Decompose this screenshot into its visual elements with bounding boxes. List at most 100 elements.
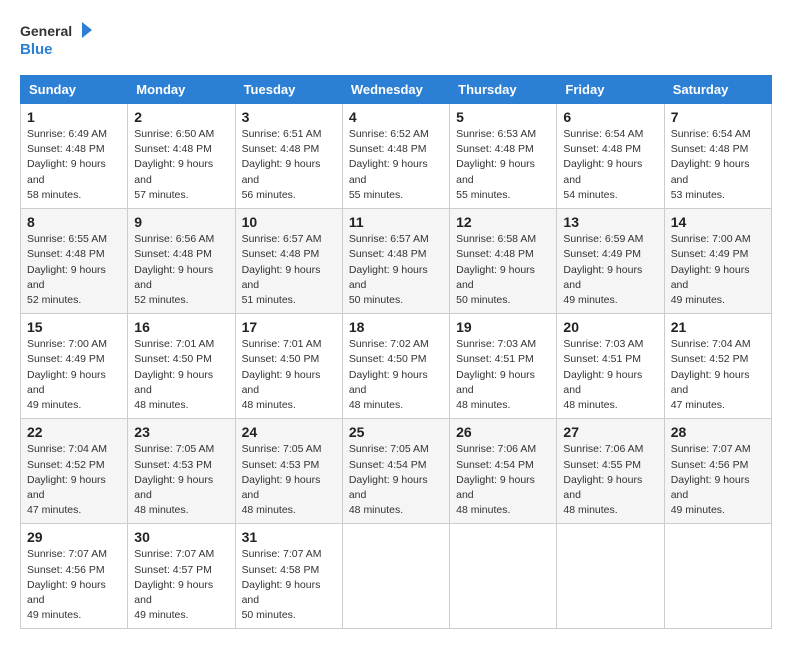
- day-info: Sunrise: 6:58 AMSunset: 4:48 PMDaylight:…: [456, 232, 550, 308]
- day-number: 27: [563, 424, 657, 440]
- day-number: 22: [27, 424, 121, 440]
- calendar-cell: 9 Sunrise: 6:56 AMSunset: 4:48 PMDaylight…: [128, 209, 235, 314]
- day-info: Sunrise: 6:56 AMSunset: 4:48 PMDaylight:…: [134, 232, 228, 308]
- weekday-header-saturday: Saturday: [664, 76, 771, 104]
- logo: General Blue: [20, 20, 100, 65]
- calendar-cell: 21 Sunrise: 7:04 AMSunset: 4:52 PMDayligh…: [664, 314, 771, 419]
- day-info: Sunrise: 7:03 AMSunset: 4:51 PMDaylight:…: [456, 337, 550, 413]
- day-number: 30: [134, 529, 228, 545]
- day-info: Sunrise: 7:06 AMSunset: 4:54 PMDaylight:…: [456, 442, 550, 518]
- calendar-cell: 19 Sunrise: 7:03 AMSunset: 4:51 PMDayligh…: [450, 314, 557, 419]
- day-info: Sunrise: 6:57 AMSunset: 4:48 PMDaylight:…: [242, 232, 336, 308]
- day-info: Sunrise: 6:51 AMSunset: 4:48 PMDaylight:…: [242, 127, 336, 203]
- day-number: 19: [456, 319, 550, 335]
- day-info: Sunrise: 6:54 AMSunset: 4:48 PMDaylight:…: [671, 127, 765, 203]
- calendar-cell: 10 Sunrise: 6:57 AMSunset: 4:48 PMDayligh…: [235, 209, 342, 314]
- day-number: 28: [671, 424, 765, 440]
- calendar-cell: 25 Sunrise: 7:05 AMSunset: 4:54 PMDayligh…: [342, 419, 449, 524]
- day-number: 15: [27, 319, 121, 335]
- calendar-cell: 26Sunrise: 7:06 AMSunset: 4:54 PMDayligh…: [450, 419, 557, 524]
- day-number: 11: [349, 214, 443, 230]
- calendar-table: SundayMondayTuesdayWednesdayThursdayFrid…: [20, 75, 772, 629]
- page-header: General Blue: [20, 20, 772, 65]
- day-info: Sunrise: 6:54 AMSunset: 4:48 PMDaylight:…: [563, 127, 657, 203]
- day-info: Sunrise: 6:52 AMSunset: 4:48 PMDaylight:…: [349, 127, 443, 203]
- day-number: 18: [349, 319, 443, 335]
- day-number: 9: [134, 214, 228, 230]
- day-number: 25: [349, 424, 443, 440]
- day-number: 31: [242, 529, 336, 545]
- day-number: 5: [456, 109, 550, 125]
- day-number: 20: [563, 319, 657, 335]
- day-number: 24: [242, 424, 336, 440]
- calendar-cell: 6 Sunrise: 6:54 AMSunset: 4:48 PMDaylight…: [557, 104, 664, 209]
- day-info: Sunrise: 7:05 AMSunset: 4:54 PMDaylight:…: [349, 442, 443, 518]
- svg-text:Blue: Blue: [20, 41, 53, 58]
- day-number: 12: [456, 214, 550, 230]
- calendar-cell: 24 Sunrise: 7:05 AMSunset: 4:53 PMDayligh…: [235, 419, 342, 524]
- day-number: 23: [134, 424, 228, 440]
- day-number: 17: [242, 319, 336, 335]
- day-info: Sunrise: 6:57 AMSunset: 4:48 PMDaylight:…: [349, 232, 443, 308]
- day-number: 14: [671, 214, 765, 230]
- day-number: 13: [563, 214, 657, 230]
- weekday-header-sunday: Sunday: [21, 76, 128, 104]
- day-info: Sunrise: 7:04 AMSunset: 4:52 PMDaylight:…: [27, 442, 121, 518]
- day-number: 29: [27, 529, 121, 545]
- day-info: Sunrise: 7:06 AMSunset: 4:55 PMDaylight:…: [563, 442, 657, 518]
- calendar-cell: 3Sunrise: 6:51 AMSunset: 4:48 PMDaylight…: [235, 104, 342, 209]
- calendar-cell: 23 Sunrise: 7:05 AMSunset: 4:53 PMDayligh…: [128, 419, 235, 524]
- day-info: Sunrise: 7:07 AMSunset: 4:56 PMDaylight:…: [27, 547, 121, 623]
- day-info: Sunrise: 6:59 AMSunset: 4:49 PMDaylight:…: [563, 232, 657, 308]
- day-info: Sunrise: 7:01 AMSunset: 4:50 PMDaylight:…: [134, 337, 228, 413]
- day-number: 2: [134, 109, 228, 125]
- calendar-cell: 16Sunrise: 7:01 AMSunset: 4:50 PMDayligh…: [128, 314, 235, 419]
- day-number: 7: [671, 109, 765, 125]
- day-info: Sunrise: 6:55 AMSunset: 4:48 PMDaylight:…: [27, 232, 121, 308]
- day-info: Sunrise: 7:00 AMSunset: 4:49 PMDaylight:…: [27, 337, 121, 413]
- calendar-cell: [342, 524, 449, 629]
- calendar-cell: 4 Sunrise: 6:52 AMSunset: 4:48 PMDaylight…: [342, 104, 449, 209]
- calendar-cell: 5Sunrise: 6:53 AMSunset: 4:48 PMDaylight…: [450, 104, 557, 209]
- day-number: 4: [349, 109, 443, 125]
- day-info: Sunrise: 7:05 AMSunset: 4:53 PMDaylight:…: [242, 442, 336, 518]
- day-info: Sunrise: 7:07 AMSunset: 4:57 PMDaylight:…: [134, 547, 228, 623]
- day-info: Sunrise: 7:03 AMSunset: 4:51 PMDaylight:…: [563, 337, 657, 413]
- calendar-cell: 8 Sunrise: 6:55 AMSunset: 4:48 PMDaylight…: [21, 209, 128, 314]
- calendar-cell: 28 Sunrise: 7:07 AMSunset: 4:56 PMDayligh…: [664, 419, 771, 524]
- weekday-header-tuesday: Tuesday: [235, 76, 342, 104]
- calendar-cell: 11 Sunrise: 6:57 AMSunset: 4:48 PMDayligh…: [342, 209, 449, 314]
- calendar-cell: 2 Sunrise: 6:50 AMSunset: 4:48 PMDaylight…: [128, 104, 235, 209]
- calendar-cell: 22 Sunrise: 7:04 AMSunset: 4:52 PMDayligh…: [21, 419, 128, 524]
- day-info: Sunrise: 7:05 AMSunset: 4:53 PMDaylight:…: [134, 442, 228, 518]
- weekday-header-friday: Friday: [557, 76, 664, 104]
- calendar-cell: 14Sunrise: 7:00 AMSunset: 4:49 PMDayligh…: [664, 209, 771, 314]
- calendar-cell: 18Sunrise: 7:02 AMSunset: 4:50 PMDayligh…: [342, 314, 449, 419]
- weekday-header-wednesday: Wednesday: [342, 76, 449, 104]
- day-number: 8: [27, 214, 121, 230]
- calendar-cell: 7 Sunrise: 6:54 AMSunset: 4:48 PMDaylight…: [664, 104, 771, 209]
- day-number: 10: [242, 214, 336, 230]
- calendar-cell: [450, 524, 557, 629]
- day-number: 1: [27, 109, 121, 125]
- logo-svg: General Blue: [20, 20, 100, 65]
- calendar-cell: 29 Sunrise: 7:07 AMSunset: 4:56 PMDayligh…: [21, 524, 128, 629]
- calendar-cell: 13 Sunrise: 6:59 AMSunset: 4:49 PMDayligh…: [557, 209, 664, 314]
- calendar-cell: 17 Sunrise: 7:01 AMSunset: 4:50 PMDayligh…: [235, 314, 342, 419]
- day-number: 6: [563, 109, 657, 125]
- calendar-cell: [557, 524, 664, 629]
- calendar-cell: 12 Sunrise: 6:58 AMSunset: 4:48 PMDayligh…: [450, 209, 557, 314]
- day-info: Sunrise: 7:07 AMSunset: 4:58 PMDaylight:…: [242, 547, 336, 623]
- day-number: 21: [671, 319, 765, 335]
- calendar-cell: 30 Sunrise: 7:07 AMSunset: 4:57 PMDayligh…: [128, 524, 235, 629]
- day-info: Sunrise: 7:01 AMSunset: 4:50 PMDaylight:…: [242, 337, 336, 413]
- day-info: Sunrise: 6:50 AMSunset: 4:48 PMDaylight:…: [134, 127, 228, 203]
- weekday-header-monday: Monday: [128, 76, 235, 104]
- weekday-header-thursday: Thursday: [450, 76, 557, 104]
- calendar-cell: 20 Sunrise: 7:03 AMSunset: 4:51 PMDayligh…: [557, 314, 664, 419]
- day-info: Sunrise: 6:49 AMSunset: 4:48 PMDaylight:…: [27, 127, 121, 203]
- calendar-cell: 31 Sunrise: 7:07 AMSunset: 4:58 PMDayligh…: [235, 524, 342, 629]
- calendar-cell: 27 Sunrise: 7:06 AMSunset: 4:55 PMDayligh…: [557, 419, 664, 524]
- day-info: Sunrise: 7:07 AMSunset: 4:56 PMDaylight:…: [671, 442, 765, 518]
- day-info: Sunrise: 7:04 AMSunset: 4:52 PMDaylight:…: [671, 337, 765, 413]
